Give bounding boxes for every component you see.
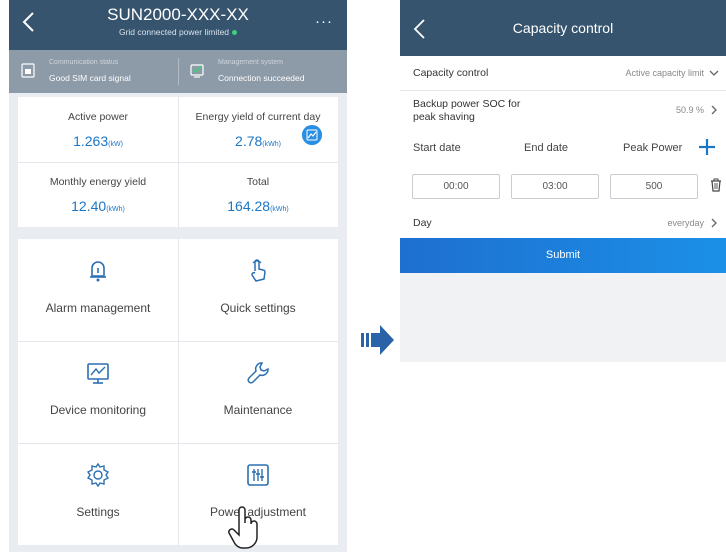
row-label: Capacity control <box>413 67 489 79</box>
management-system-status: Management system Connection succeeded <box>178 50 347 93</box>
tap-hand-icon <box>251 259 266 282</box>
stat-label: Monthly energy yield <box>49 176 147 188</box>
monitor-icon <box>87 363 109 384</box>
stat-unit: (kWh) <box>270 206 289 213</box>
row-value: everyday <box>667 218 704 228</box>
management-system-caption: Management system <box>218 59 283 66</box>
device-monitoring-tile[interactable]: Device monitoring <box>18 341 178 443</box>
management-system-value: Connection succeeded <box>218 73 305 83</box>
wrench-icon <box>247 362 269 384</box>
stat-label: Active power <box>67 111 129 123</box>
stat-unit: (kW) <box>108 141 123 148</box>
start-time-input[interactable]: 00:00 <box>412 174 500 199</box>
chevron-right-icon <box>711 218 717 228</box>
divider <box>18 162 338 163</box>
stat-label: Energy yield of current day <box>195 111 321 123</box>
gear-icon <box>86 462 110 488</box>
stat-label: Total <box>246 176 270 188</box>
page-title: Capacity control <box>512 20 614 36</box>
divider <box>18 341 338 342</box>
stat-value: 1.263(kW) <box>18 133 178 149</box>
connection-check-icon <box>190 64 204 78</box>
status-bar: Communication status Good SIM card signa… <box>9 50 347 93</box>
communication-status-caption: Communication status <box>49 59 119 66</box>
row-value: Active capacity limit <box>625 68 704 78</box>
stat-number: 2.78 <box>235 133 263 149</box>
monthly-yield-stat: Monthly energy yield 12.40(kWh) <box>18 162 178 227</box>
trend-chart-icon[interactable] <box>302 125 322 145</box>
energy-stats-card: Active power 1.263(kW) Energy yield of c… <box>18 97 338 227</box>
device-title: SUN2000-XXX-XX <box>107 5 249 24</box>
chevron-right-icon <box>711 105 717 115</box>
add-icon[interactable] <box>698 138 716 156</box>
peak-power-header: Peak Power <box>623 142 683 154</box>
sim-card-icon <box>21 63 35 78</box>
divider <box>178 239 179 545</box>
app-header: SUN2000-XXX-XX Grid connected power limi… <box>9 0 347 50</box>
row-value: 50.9 % <box>675 105 704 115</box>
device-status: Grid connected power limited <box>9 27 347 37</box>
submit-button[interactable]: Submit <box>400 238 726 273</box>
quick-settings-tile[interactable]: Quick settings <box>178 239 338 341</box>
row-label-line2: peak shaving <box>413 111 475 123</box>
start-date-header: Start date <box>413 142 461 154</box>
function-menu: Alarm management Quick settings Device m… <box>18 239 338 545</box>
capacity-control-screen: Capacity control Capacity control Active… <box>400 0 726 362</box>
capacity-form: Capacity control Active capacity limit B… <box>400 56 726 238</box>
stat-value: 12.40(kWh) <box>18 198 178 214</box>
pointer-hand-icon <box>228 506 258 549</box>
divider <box>18 443 338 444</box>
row-label: Backup power SOC for <box>413 98 521 110</box>
tile-label: Maintenance <box>223 403 293 417</box>
row-label: Day <box>413 217 432 229</box>
device-status-text: Grid connected power limited <box>118 27 230 37</box>
inverter-home-screen: SUN2000-XXX-XX Grid connected power limi… <box>9 0 347 552</box>
total-yield-stat: Total 164.28(kWh) <box>178 162 338 227</box>
tile-label: Settings <box>76 505 120 519</box>
more-menu-button[interactable]: ··· <box>315 13 333 30</box>
chevron-down-icon <box>709 70 719 76</box>
communication-status-value: Good SIM card signal <box>49 73 131 83</box>
end-date-header: End date <box>524 142 569 154</box>
sliders-icon <box>247 464 269 486</box>
stat-number: 164.28 <box>227 198 271 214</box>
stat-unit: (kWh) <box>106 206 125 213</box>
stat-value: 164.28(kWh) <box>178 198 338 214</box>
arrow-right-icon <box>361 325 394 355</box>
communication-status: Communication status Good SIM card signa… <box>9 50 178 93</box>
peak-power-input[interactable]: 500 <box>610 174 698 199</box>
tile-label: Alarm management <box>45 301 151 315</box>
maintenance-tile[interactable]: Maintenance <box>178 341 338 443</box>
bell-icon <box>90 261 106 282</box>
alarm-management-tile[interactable]: Alarm management <box>18 239 178 341</box>
tile-label: Quick settings <box>220 301 296 315</box>
online-dot-icon <box>232 30 238 36</box>
backup-soc-row[interactable]: Backup power SOC for peak shaving 50.9 % <box>400 90 726 130</box>
end-time-input[interactable]: 03:00 <box>511 174 599 199</box>
stat-number: 1.263 <box>73 133 109 149</box>
settings-tile[interactable]: Settings <box>18 443 178 545</box>
tile-label: Device monitoring <box>49 403 147 417</box>
stat-number: 12.40 <box>71 198 107 214</box>
day-row[interactable]: Day everyday <box>400 208 726 238</box>
capacity-control-row[interactable]: Capacity control Active capacity limit <box>400 56 726 90</box>
stat-unit: (kWh) <box>262 141 281 148</box>
app-header: Capacity control <box>400 0 726 56</box>
active-power-stat: Active power 1.263(kW) <box>18 97 178 162</box>
delete-icon[interactable] <box>710 178 722 192</box>
composite-screenshot: SUN2000-XXX-XX Grid connected power limi… <box>0 0 726 552</box>
